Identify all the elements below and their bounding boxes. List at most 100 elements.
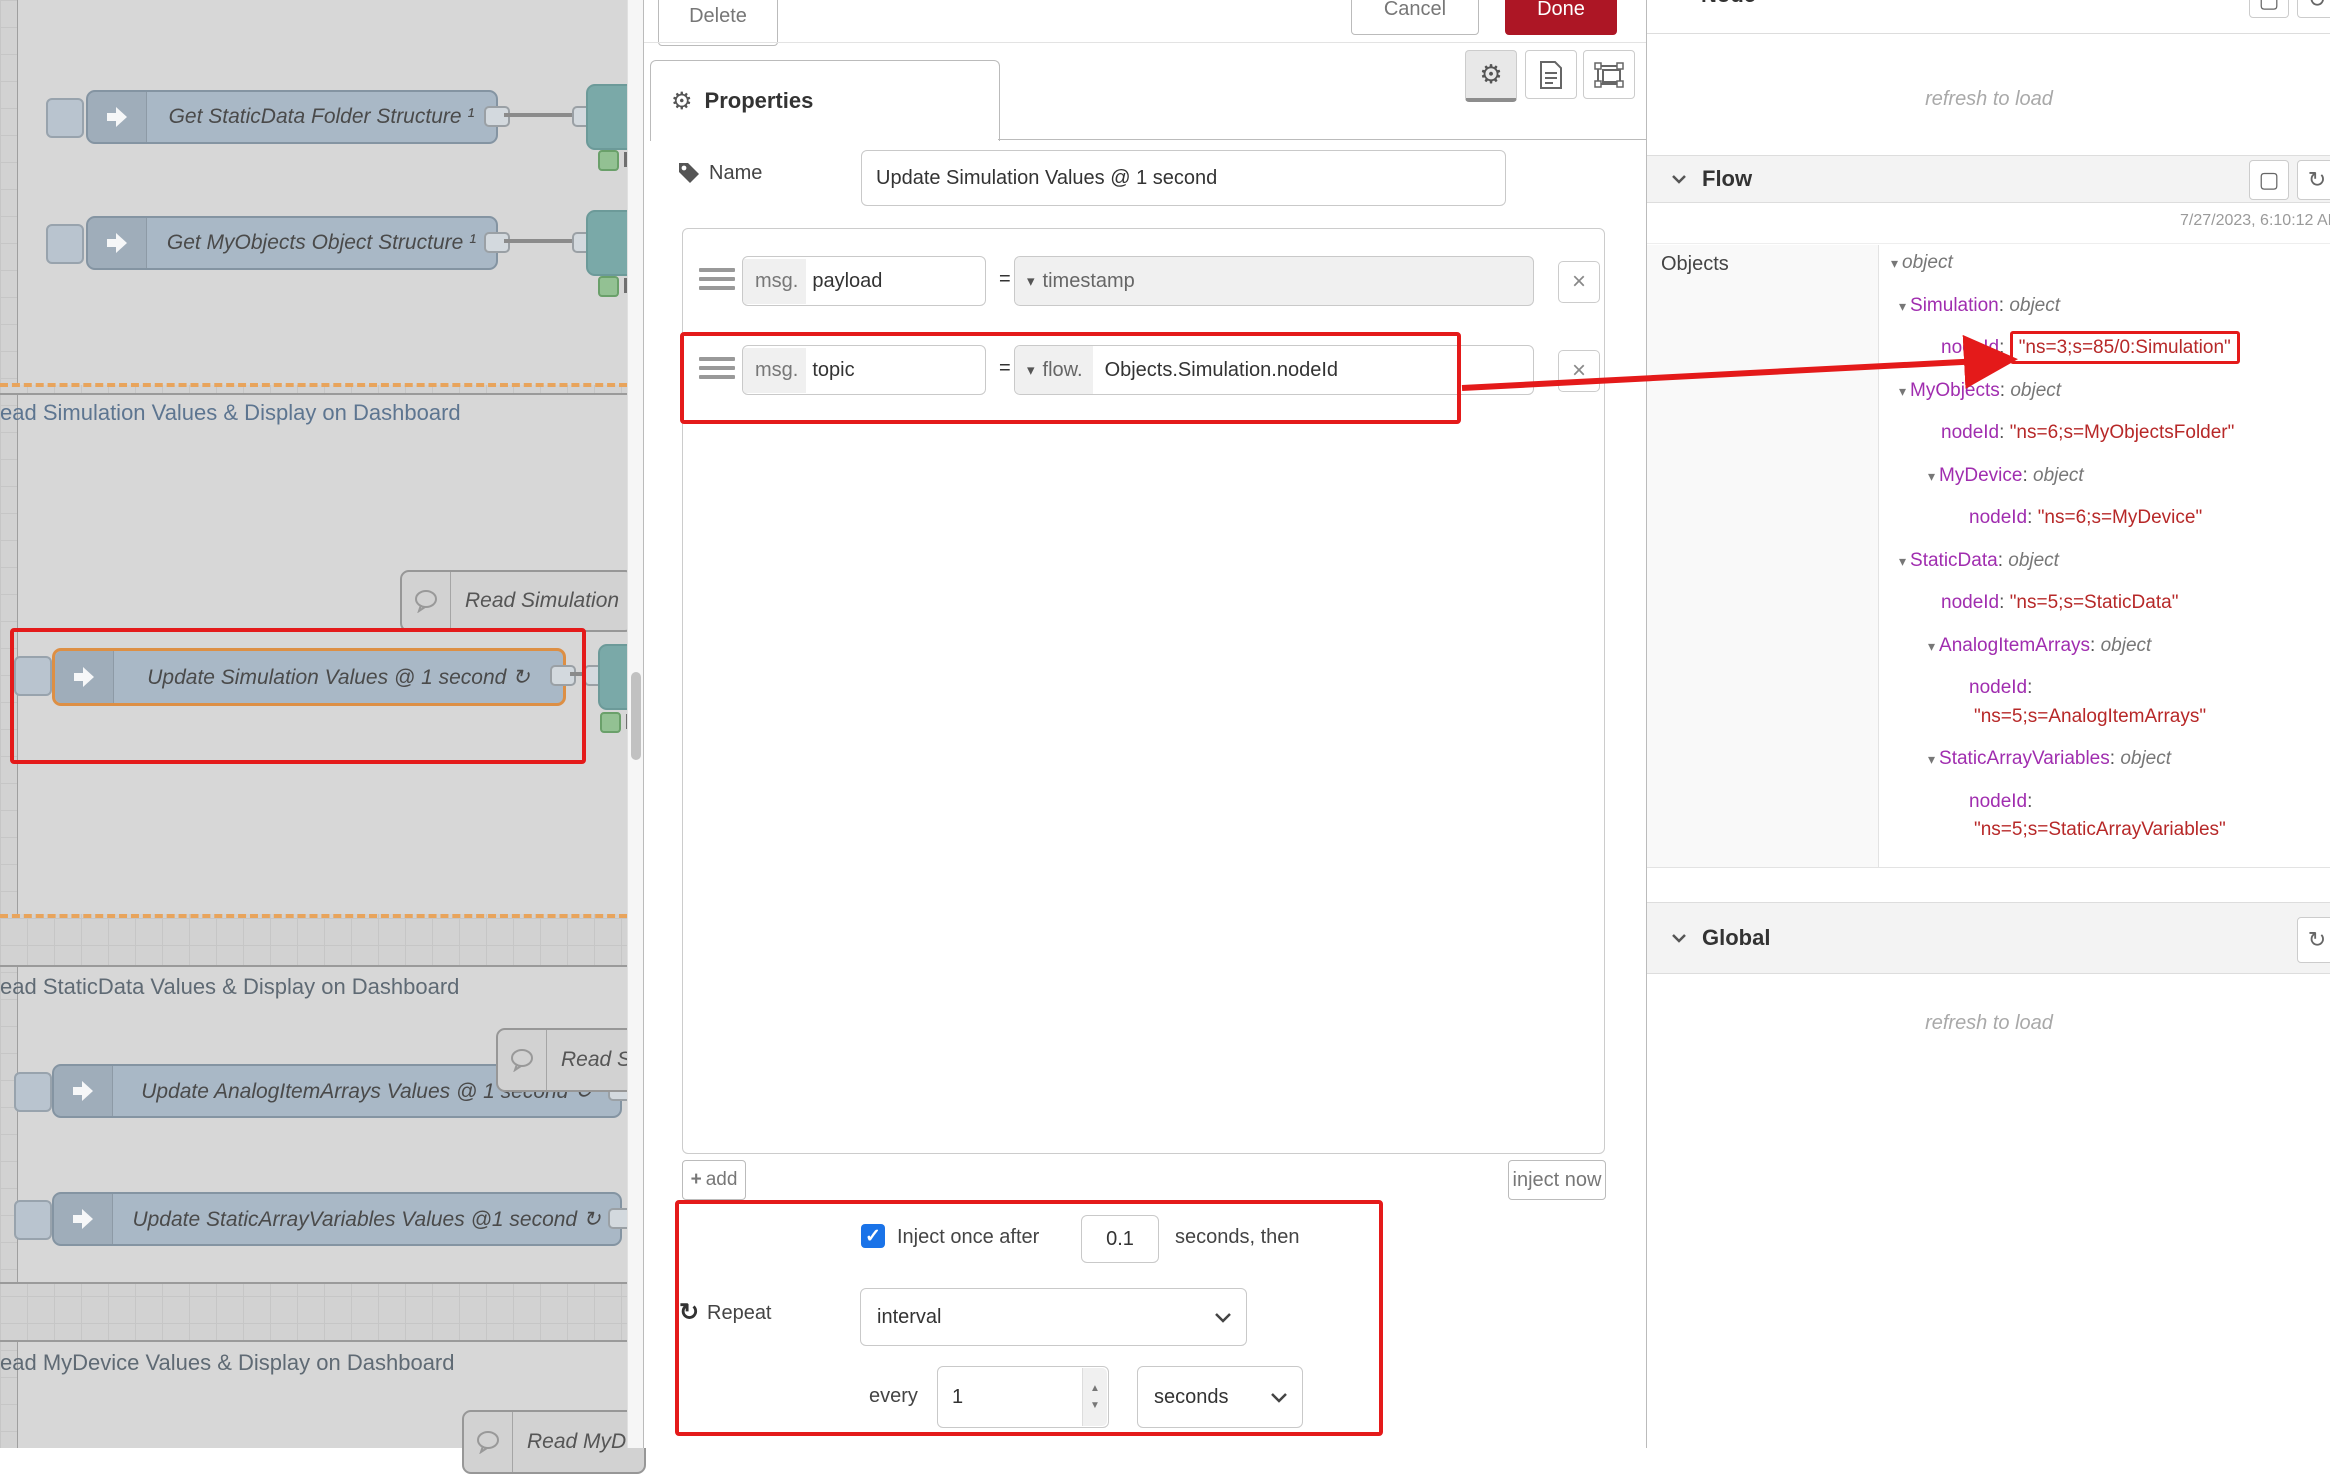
repeat-mode-select[interactable]: interval (860, 1288, 1247, 1346)
flow-section-header[interactable]: Flow ▢ ↻ (1647, 155, 2330, 203)
canvas-scrollbar-thumb[interactable] (631, 672, 641, 760)
global-section-header[interactable]: Global ↻ (1647, 902, 2330, 974)
repeat-mode-value: interval (877, 1306, 941, 1329)
tree-row-nodeid[interactable]: nodeId: "ns=5;s=StaticData" (1941, 592, 2178, 614)
node-refresh-text[interactable]: refresh to load (1647, 88, 2330, 111)
node-status-icon (598, 276, 619, 297)
seconds-then-label: seconds, then (1175, 1226, 1300, 1249)
remove-rule-button[interactable]: × (1558, 261, 1600, 303)
caret-down-icon[interactable]: ▾ (1928, 638, 1935, 654)
caret-down-icon[interactable]: ▾ (1928, 751, 1935, 767)
selected-group-border-top (0, 383, 627, 387)
inject-once-checkbox[interactable]: ✓ (861, 1224, 885, 1248)
open-window-button[interactable]: ▢ (2249, 160, 2289, 200)
comment-label: Read S (547, 1048, 631, 1072)
tree-row-AnalogItemArrays[interactable]: ▾AnalogItemArrays: object (1928, 635, 2151, 657)
tree-key: nodeId (1969, 677, 2027, 698)
tree-row-MyDevice[interactable]: ▾MyDevice: object (1928, 465, 2084, 487)
group-top[interactable] (17, 0, 627, 385)
caret-down-icon[interactable]: ▾ (1899, 298, 1906, 314)
inject-node[interactable]: Get MyObjects Object Structure ¹ (86, 216, 498, 270)
inject-delay-input[interactable]: 0.1 (1081, 1215, 1159, 1263)
properties-view-button[interactable]: ⚙ (1465, 50, 1517, 102)
inject-arrow-icon (71, 1080, 95, 1102)
inject-arrow-icon (105, 106, 129, 128)
speech-bubble-icon (509, 1048, 535, 1072)
tree-key: MyDevice (1939, 465, 2022, 486)
refresh-button[interactable]: ↻ (2297, 160, 2330, 200)
speech-bubble-icon (475, 1430, 501, 1454)
caret-down-icon[interactable]: ▾ (1928, 468, 1935, 484)
inject-trigger-button[interactable] (14, 1200, 52, 1240)
refresh-button[interactable]: ↻ (2297, 0, 2330, 18)
tree-row-StaticData[interactable]: ▾StaticData: object (1899, 550, 2059, 572)
inject-node[interactable]: Update StaticArrayVariables Values @1 se… (52, 1192, 622, 1246)
interval-count-value: 1 (952, 1386, 963, 1409)
done-button[interactable]: Done (1505, 0, 1617, 35)
tree-row-Simulation[interactable]: ▾Simulation: object (1899, 295, 2060, 317)
delete-button[interactable]: Delete (658, 0, 778, 46)
type-select-flow[interactable]: ▾ flow. (1015, 346, 1093, 394)
remove-rule-button[interactable]: × (1558, 350, 1600, 392)
msg-prefix: msg. (743, 348, 806, 393)
number-spinner[interactable]: ▲▼ (1082, 1368, 1107, 1426)
inject-arrow-icon (105, 232, 129, 254)
inject-trigger-button[interactable] (46, 98, 84, 138)
tree-row-nodeid[interactable]: nodeId: (1969, 791, 2032, 813)
tree-row-root[interactable]: ▾object (1891, 252, 1953, 274)
add-rule-label: add (706, 1169, 738, 1191)
global-refresh-text[interactable]: refresh to load (1647, 1012, 2330, 1035)
inject-trigger-button[interactable] (14, 656, 52, 696)
name-input[interactable]: Update Simulation Values @ 1 second (861, 150, 1506, 206)
add-rule-button[interactable]: + add (682, 1160, 746, 1200)
cancel-button[interactable]: Cancel (1351, 0, 1479, 35)
tree-row-MyObjects[interactable]: ▾MyObjects: object (1899, 380, 2061, 402)
canvas-scrollbar[interactable] (627, 0, 644, 1448)
tab-properties[interactable]: ⚙ Properties (650, 60, 1000, 141)
caret-down-icon[interactable]: ▾ (1899, 383, 1906, 399)
drag-handle[interactable] (699, 268, 735, 294)
inject-arrow-icon (72, 666, 96, 688)
open-window-button[interactable]: ▢ (2249, 0, 2289, 18)
drag-handle[interactable] (699, 357, 735, 383)
description-view-button[interactable] (1525, 50, 1577, 99)
tree-row-StaticArrayVariables[interactable]: ▾StaticArrayVariables: object (1928, 748, 2171, 770)
comment-node[interactable]: Read Simulation (400, 570, 634, 632)
type-select[interactable]: ▾ timestamp (1015, 257, 1145, 305)
refresh-button[interactable]: ↻ (2297, 917, 2330, 963)
chevron-down-icon (1671, 933, 1687, 943)
inject-node[interactable]: Update Simulation Values @ 1 second ↻ (52, 648, 566, 706)
flow-canvas[interactable]: ead Simulation Values & Display on Dashb… (0, 0, 627, 1448)
interval-unit-select[interactable]: seconds (1137, 1366, 1303, 1428)
group-border (0, 1340, 627, 1342)
payload-typed-input[interactable]: ▾ timestamp (1014, 256, 1534, 306)
inject-now-button[interactable]: inject now (1508, 1160, 1606, 1200)
tree-row-nodeid[interactable]: nodeId: "ns=6;s=MyObjectsFolder" (1941, 422, 2234, 444)
spinner-up-icon[interactable]: ▲ (1090, 1383, 1100, 1394)
topic-property-field[interactable]: msg. topic (742, 345, 986, 395)
equals-sign: = (999, 268, 1011, 291)
done-button-label: Done (1537, 0, 1585, 21)
group-border (0, 965, 627, 967)
tree-type: object (2010, 380, 2061, 401)
tree-row-nodeid[interactable]: nodeId: "ns=3;s=85/0:Simulation" (1941, 337, 2240, 359)
close-icon: × (1572, 268, 1586, 296)
topic-typed-input[interactable]: ▾ flow. Objects.Simulation.nodeId (1014, 345, 1534, 395)
payload-property-field[interactable]: msg. payload (742, 256, 986, 306)
inject-trigger-button[interactable] (14, 1072, 52, 1112)
comment-icon-zone (464, 1412, 513, 1472)
inject-node[interactable]: Get StaticData Folder Structure ¹ (86, 90, 498, 144)
comment-node[interactable]: Read MyD (462, 1410, 646, 1474)
node-status-icon (598, 150, 619, 171)
tree-key: StaticArrayVariables (1939, 748, 2110, 769)
tree-row-nodeid[interactable]: nodeId: "ns=6;s=MyDevice" (1969, 507, 2202, 529)
tree-row-nodeid[interactable]: nodeId: (1969, 677, 2032, 699)
chevron-down-icon (1214, 1312, 1232, 1323)
comment-icon-zone (498, 1030, 547, 1090)
interval-count-input[interactable]: 1 ▲▼ (937, 1366, 1109, 1428)
caret-down-icon[interactable]: ▾ (1899, 553, 1906, 569)
caret-down-icon[interactable]: ▾ (1891, 255, 1898, 271)
spinner-down-icon[interactable]: ▼ (1090, 1400, 1100, 1411)
appearance-view-button[interactable] (1583, 50, 1635, 99)
inject-trigger-button[interactable] (46, 224, 84, 264)
